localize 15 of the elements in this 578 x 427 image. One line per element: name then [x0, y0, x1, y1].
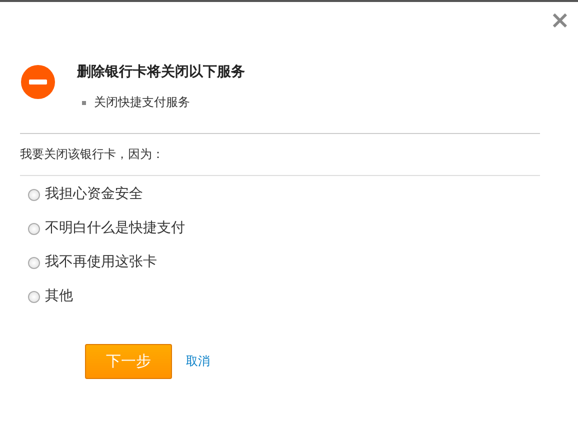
reason-option[interactable]: 不明白什么是快捷支付 [45, 218, 185, 239]
service-item: 关闭快捷支付服务 [94, 94, 190, 111]
reason-label: 我要关闭该银行卡，因为： [19, 146, 165, 163]
radio-button[interactable] [28, 222, 40, 234]
radio-button[interactable] [28, 256, 40, 268]
cancel-link[interactable]: 取消 [186, 353, 210, 370]
reason-option[interactable]: 我不再使用这张卡 [45, 252, 157, 273]
stop-icon [21, 65, 55, 99]
close-button[interactable]: × [550, 8, 570, 32]
dialog-title: 删除银行卡将关闭以下服务 [77, 63, 245, 82]
reason-option[interactable]: 其他 [45, 286, 73, 307]
reason-option[interactable]: 我担心资金安全 [45, 184, 143, 205]
bullet-icon [82, 100, 86, 104]
radio-button[interactable] [28, 290, 40, 302]
radio-button[interactable] [28, 188, 40, 200]
